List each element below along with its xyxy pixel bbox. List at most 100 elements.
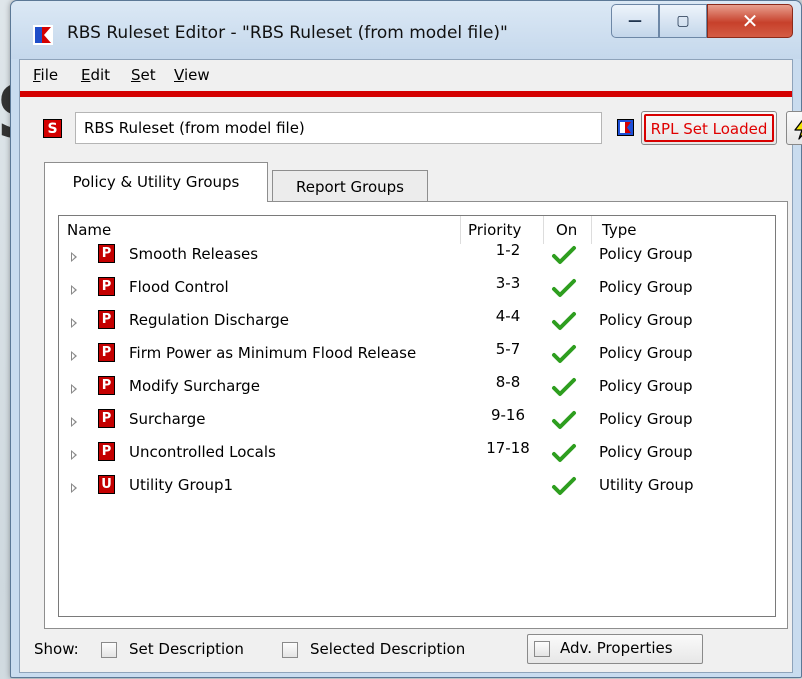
ruleset-editor-window: RBS Ruleset Editor - "RBS Ruleset (from …: [10, 0, 802, 678]
ruleset-name-field[interactable]: RBS Ruleset (from model file): [75, 112, 602, 144]
adv-properties-label[interactable]: Adv. Properties: [560, 639, 673, 657]
show-options-bar: Show: Set Description Selected Descripti…: [20, 634, 792, 668]
riverware-app-icon: [33, 25, 53, 45]
policy-group-icon: P: [98, 244, 115, 263]
group-type: Policy Group: [599, 344, 693, 362]
list-header: Name Priority On Type: [59, 216, 775, 244]
column-header-name[interactable]: Name: [67, 221, 111, 239]
expand-arrow-icon[interactable]: [71, 384, 77, 394]
column-separator: [543, 216, 544, 244]
group-priority: 1-2: [495, 241, 521, 259]
group-name: Surcharge: [129, 410, 206, 428]
table-row[interactable]: P Regulation Discharge 4-4 Policy Group: [59, 307, 775, 343]
policy-group-icon: P: [98, 343, 115, 362]
reload-glyph-icon: [620, 122, 631, 133]
client-area: File Edit Set View S RBS Ruleset (from m…: [19, 59, 802, 673]
tab-report-groups[interactable]: Report Groups: [272, 170, 428, 204]
on-checkmark-icon[interactable]: [551, 443, 577, 467]
expand-arrow-icon[interactable]: [71, 450, 77, 460]
selected-description-label[interactable]: Selected Description: [310, 640, 465, 658]
selected-description-checkbox[interactable]: [282, 642, 298, 658]
column-separator: [460, 216, 461, 244]
rpl-set-loaded-label: RPL Set Loaded: [644, 114, 774, 142]
expand-arrow-icon[interactable]: [71, 483, 77, 493]
group-name: Flood Control: [129, 278, 229, 296]
group-type: Policy Group: [599, 311, 693, 329]
tab-policy-utility-groups[interactable]: Policy & Utility Groups: [44, 162, 268, 202]
group-name: Firm Power as Minimum Flood Release: [129, 344, 417, 362]
lightning-button[interactable]: [786, 111, 802, 145]
policy-group-icon: P: [98, 310, 115, 329]
group-type: Policy Group: [599, 377, 693, 395]
maximize-button[interactable]: ▢: [659, 4, 707, 38]
set-description-checkbox[interactable]: [101, 642, 117, 658]
group-type: Policy Group: [599, 410, 693, 428]
menu-edit-label: dit: [90, 66, 111, 84]
groups-list[interactable]: Name Priority On Type P Smooth Releases 1-…: [58, 215, 776, 617]
column-header-on[interactable]: On: [556, 221, 577, 239]
on-checkmark-icon[interactable]: [551, 311, 577, 335]
on-checkmark-icon[interactable]: [551, 278, 577, 302]
group-priority: 9-16: [490, 406, 526, 424]
on-checkmark-icon[interactable]: [551, 377, 577, 401]
group-priority: 17-18: [486, 439, 530, 457]
menu-set-label: et: [140, 66, 156, 84]
reload-icon[interactable]: [617, 119, 634, 136]
table-row[interactable]: U Utility Group1 Utility Group: [59, 475, 775, 508]
group-priority: 5-7: [495, 340, 521, 358]
policy-group-icon: P: [98, 442, 115, 461]
group-priority: 8-8: [495, 373, 521, 391]
adv-properties-toggle[interactable]: Adv. Properties: [527, 634, 703, 664]
table-row[interactable]: P Modify Surcharge 8-8 Policy Group: [59, 373, 775, 409]
menu-file[interactable]: File: [33, 66, 58, 84]
menu-bar: File Edit Set View: [20, 60, 792, 88]
adv-properties-checkbox[interactable]: [534, 641, 550, 657]
group-type: Policy Group: [599, 245, 693, 263]
group-name: Utility Group1: [129, 476, 234, 494]
ruleset-header: S RBS Ruleset (from model file) RPL Set …: [20, 111, 802, 148]
group-type: Policy Group: [599, 443, 693, 461]
policy-group-icon: P: [98, 376, 115, 395]
on-checkmark-icon[interactable]: [551, 245, 577, 269]
show-label: Show:: [34, 640, 79, 658]
group-name: Regulation Discharge: [129, 311, 289, 329]
group-priority: 3-3: [495, 274, 521, 292]
expand-arrow-icon[interactable]: [71, 252, 77, 262]
table-row[interactable]: P Flood Control 3-3 Policy Group: [59, 274, 775, 310]
group-priority: 4-4: [495, 307, 521, 325]
group-name: Modify Surcharge: [129, 377, 260, 395]
column-header-priority[interactable]: Priority: [468, 221, 521, 239]
minimize-button[interactable]: —: [611, 4, 659, 38]
expand-arrow-icon[interactable]: [71, 318, 77, 328]
menu-view[interactable]: View: [174, 66, 210, 84]
menu-file-label: ile: [40, 66, 59, 84]
policy-group-icon: P: [98, 277, 115, 296]
on-checkmark-icon[interactable]: [551, 410, 577, 434]
menu-view-label: iew: [183, 66, 210, 84]
on-checkmark-icon[interactable]: [551, 344, 577, 368]
rpl-set-loaded-button[interactable]: RPL Set Loaded: [641, 111, 777, 145]
group-type: Utility Group: [599, 476, 694, 494]
utility-group-icon: U: [98, 475, 115, 494]
lightning-bolt-icon: [794, 119, 802, 140]
group-type: Policy Group: [599, 278, 693, 296]
close-button[interactable]: ✕: [707, 4, 793, 38]
menu-set[interactable]: Set: [131, 66, 156, 84]
table-row[interactable]: P Surcharge 9-16 Policy Group: [59, 406, 775, 442]
group-name: Smooth Releases: [129, 245, 259, 263]
on-checkmark-icon[interactable]: [551, 476, 577, 500]
table-row[interactable]: P Firm Power as Minimum Flood Release 5-7 P…: [59, 340, 775, 376]
set-description-label[interactable]: Set Description: [129, 640, 244, 658]
expand-arrow-icon[interactable]: [71, 285, 77, 295]
table-row[interactable]: P Uncontrolled Locals 17-18 Policy Group: [59, 439, 775, 475]
column-header-type[interactable]: Type: [602, 221, 636, 239]
menu-edit[interactable]: Edit: [81, 66, 110, 84]
policy-group-icon: P: [98, 409, 115, 428]
table-row[interactable]: P Smooth Releases 1-2 Policy Group: [59, 241, 775, 277]
expand-arrow-icon[interactable]: [71, 351, 77, 361]
expand-arrow-icon[interactable]: [71, 417, 77, 427]
title-bar[interactable]: RBS Ruleset Editor - "RBS Ruleset (from …: [11, 1, 801, 59]
menu-set-mnemonic: S: [131, 66, 141, 84]
menu-file-mnemonic: F: [33, 66, 41, 84]
column-separator: [591, 216, 592, 244]
